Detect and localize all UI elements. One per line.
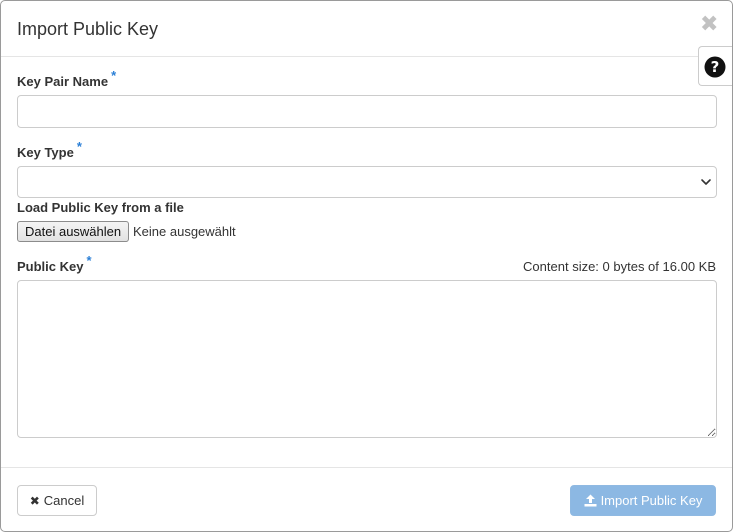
content-size-text: Content size: 0 bytes of 16.00 KB <box>523 259 716 274</box>
times-icon: ✖ <box>29 493 40 508</box>
key-type-label: Key Type * <box>17 139 82 160</box>
modal-header: Import Public Key ✖ <box>1 1 732 57</box>
required-marker: * <box>76 139 82 154</box>
question-circle-icon: ? <box>704 56 726 78</box>
chevron-down-icon <box>701 179 711 185</box>
import-button-label: Import Public Key <box>600 493 703 508</box>
upload-icon <box>584 494 597 507</box>
help-button[interactable]: ? <box>698 46 732 86</box>
key-type-select[interactable] <box>17 166 717 198</box>
file-status-text: Keine ausgewählt <box>133 224 236 239</box>
key-pair-name-input[interactable] <box>17 95 717 128</box>
svg-text:?: ? <box>711 58 720 76</box>
cancel-button-label: Cancel <box>43 493 85 508</box>
import-public-key-button[interactable]: Import Public Key <box>570 485 716 516</box>
dialog-title: Import Public Key <box>17 19 159 39</box>
modal-footer: ✖ Cancel Import Public Key <box>1 467 732 531</box>
load-file-label: Load Public Key from a file <box>17 200 184 215</box>
import-public-key-dialog: Import Public Key ✖ ? Key Pair Name * Key… <box>0 0 733 532</box>
required-marker: * <box>86 253 92 268</box>
choose-file-button[interactable]: Datei auswählen <box>17 221 130 242</box>
key-pair-name-label: Key Pair Name * <box>17 68 117 89</box>
public-key-textarea[interactable] <box>17 280 717 438</box>
close-icon[interactable]: ✖ <box>700 14 718 36</box>
public-key-label: Public Key * <box>17 253 92 274</box>
required-marker: * <box>111 68 117 83</box>
cancel-button[interactable]: ✖ Cancel <box>17 485 97 516</box>
